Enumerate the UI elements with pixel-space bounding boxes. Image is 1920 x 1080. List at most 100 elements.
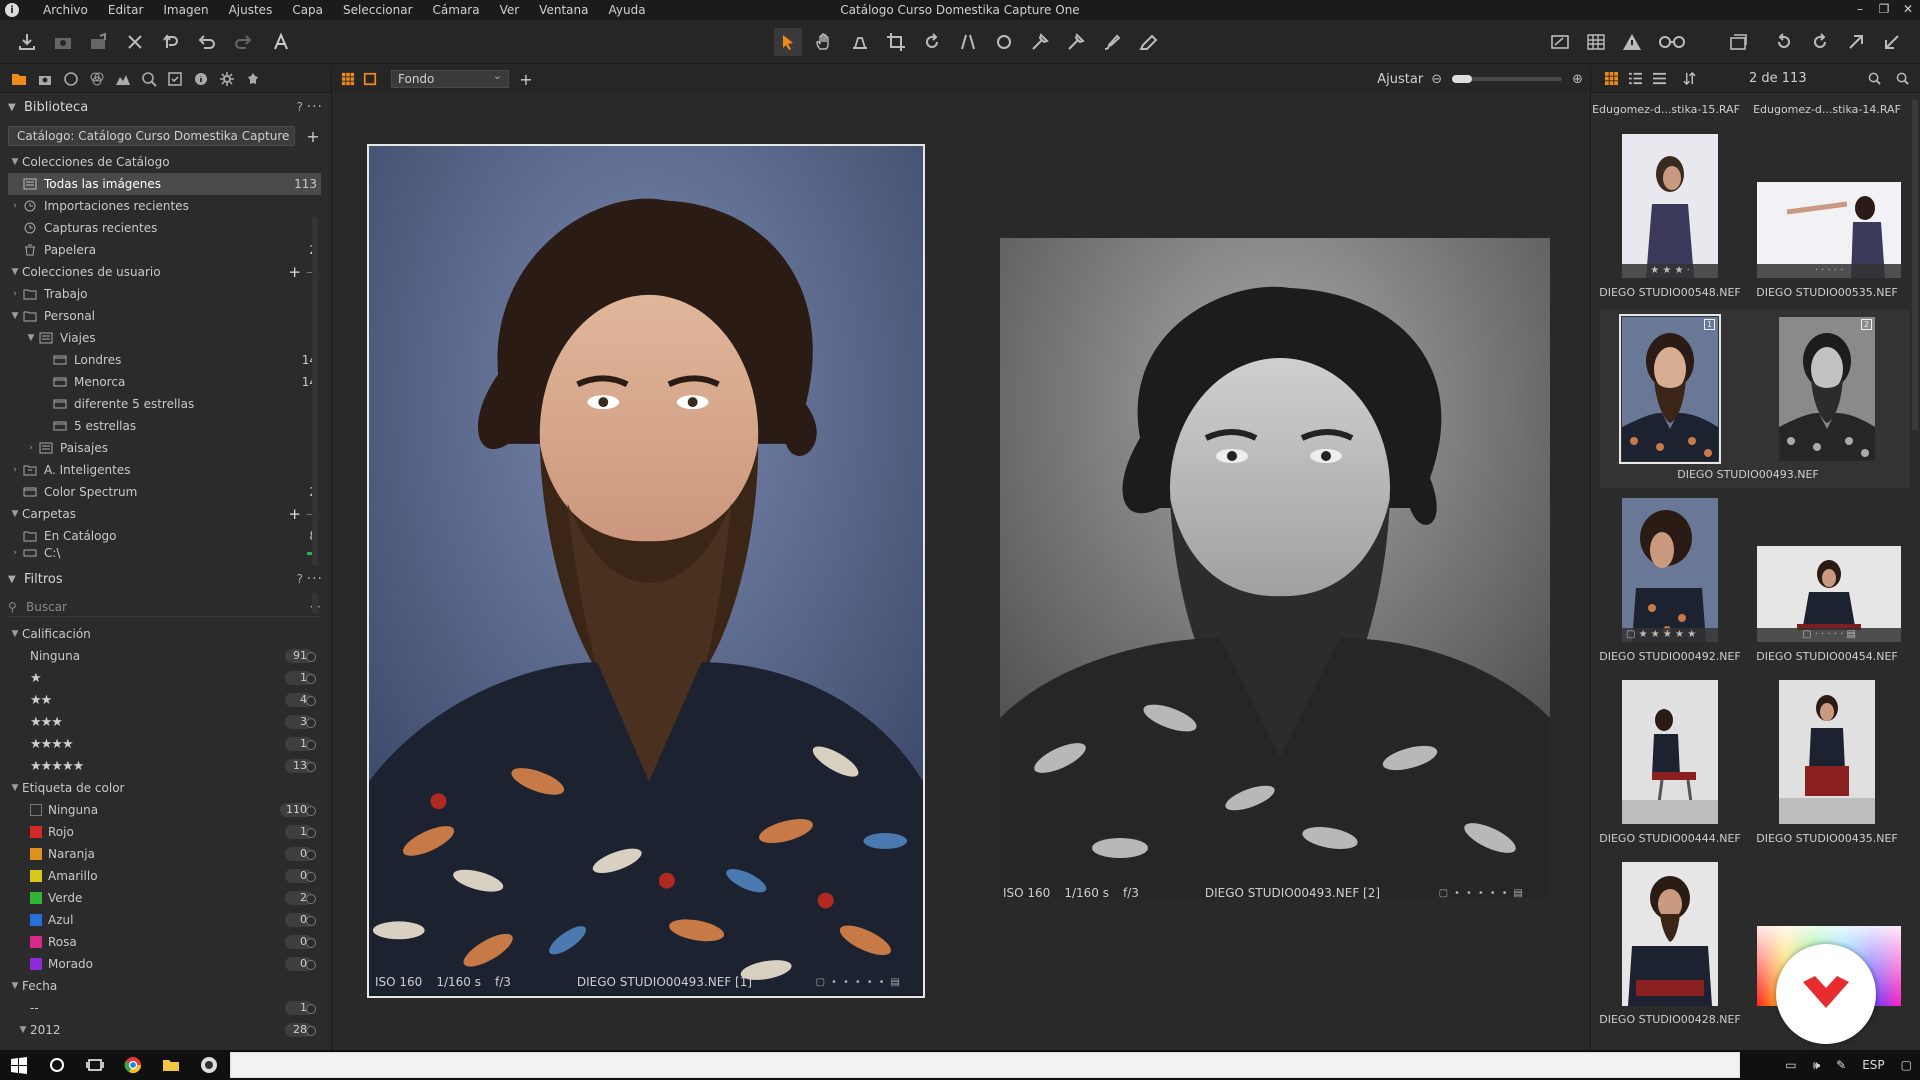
menu-capa[interactable]: Capa <box>282 0 333 20</box>
maximize-icon[interactable]: ❐ <box>1872 0 1896 20</box>
help-icon[interactable]: ? <box>297 572 303 586</box>
rating-filter-row[interactable]: ★★★★ 1 <box>8 733 321 755</box>
loupe-tool-icon[interactable] <box>846 28 874 56</box>
collection-color-spectrum[interactable]: Color Spectrum2 <box>8 481 321 503</box>
collection-smart-albums[interactable]: › A. Inteligentes <box>8 459 321 481</box>
thumbnail-454[interactable]: ▢ · · · · · ▤ <box>1757 546 1901 642</box>
thumb-rating[interactable]: ★ ★ ★ · <box>1622 264 1718 278</box>
thumb-rating[interactable]: ▢ · · · · · ▤ <box>1757 628 1901 642</box>
move-icon[interactable] <box>85 28 113 56</box>
folder-c-drive[interactable]: › C:\ <box>8 547 321 559</box>
search-icon[interactable] <box>38 1050 76 1080</box>
zoom-in-icon[interactable]: ⊕ <box>1572 72 1583 87</box>
pan-tool-icon[interactable] <box>810 28 838 56</box>
menu-ajustes[interactable]: Ajustes <box>219 0 283 20</box>
background-select[interactable]: Fondo <box>391 68 509 88</box>
catalog-collections-header[interactable]: ▼ Colecciones de Catálogo <box>8 151 321 173</box>
menu-editar[interactable]: Editar <box>98 0 154 20</box>
color-tab-icon[interactable] <box>84 67 110 91</box>
menu-seleccionar[interactable]: Seleccionar <box>333 0 422 20</box>
details-tab-icon[interactable] <box>136 67 162 91</box>
collection-recent-captures[interactable]: Capturas recientes <box>8 217 321 239</box>
copy-adjustments-icon[interactable] <box>1724 28 1752 56</box>
camera-icon[interactable] <box>49 28 77 56</box>
menu-imagen[interactable]: Imagen <box>153 0 218 20</box>
keystone-tool-icon[interactable] <box>954 28 982 56</box>
collection-personal[interactable]: ▼ Personal <box>8 305 321 327</box>
thumbnail-535[interactable]: · · · · · <box>1757 182 1901 278</box>
rating-dots[interactable]: ▢•••••▤ <box>1439 888 1529 899</box>
thumbnail-444[interactable]: ▢ <box>1622 680 1718 824</box>
zoom-icon[interactable] <box>1862 67 1886 91</box>
zoom-slider[interactable] <box>1452 75 1563 83</box>
batch-tab-icon[interactable] <box>240 67 266 91</box>
date-filter-row[interactable]: ▼ 2012 28 <box>8 1019 321 1041</box>
import-icon[interactable] <box>13 28 41 56</box>
proof-icon[interactable] <box>1546 28 1574 56</box>
notifications-icon[interactable]: ▢ <box>1901 1058 1912 1072</box>
rating-header[interactable]: ▼ Calificación <box>8 623 321 645</box>
color-filter-row[interactable]: Ninguna 110 <box>8 799 321 821</box>
exposure-warning-icon[interactable] <box>1618 28 1646 56</box>
capture-one-taskbar-icon[interactable] <box>190 1050 228 1080</box>
language-indicator[interactable]: ESP <box>1862 1058 1884 1072</box>
collection-trash[interactable]: Papelera2 <box>8 239 321 261</box>
filmstrip-view-icon[interactable] <box>1647 67 1671 91</box>
delete-icon[interactable] <box>121 28 149 56</box>
date-header[interactable]: ▼ Fecha <box>8 975 321 997</box>
metadata-tab-icon[interactable] <box>188 67 214 91</box>
grid-view-icon[interactable] <box>1599 67 1623 91</box>
color-filter-row[interactable]: Rojo 1 <box>8 821 321 843</box>
collection-all-images[interactable]: Todas las imágenes 113 <box>8 173 321 195</box>
color-label-header[interactable]: ▼ Etiqueta de color <box>8 777 321 799</box>
text-tool-icon[interactable] <box>267 28 295 56</box>
menu-ver[interactable]: Ver <box>490 0 530 20</box>
color-filter-row[interactable]: Morado 0 <box>8 953 321 975</box>
close-icon[interactable]: ✕ <box>1896 0 1920 20</box>
folder-en-catalogo[interactable]: En Catálogo8 <box>8 525 321 547</box>
export-icon[interactable] <box>1842 28 1870 56</box>
menu-camara[interactable]: Cámara <box>423 0 490 20</box>
list-view-icon[interactable] <box>1623 67 1647 91</box>
windows-start-icon[interactable] <box>0 1050 38 1080</box>
rotate-tool-icon[interactable] <box>918 28 946 56</box>
library-header[interactable]: ▼ Biblioteca ? ··· <box>0 93 331 121</box>
rating-filter-row[interactable]: ★ 1 <box>8 667 321 689</box>
rating-dots[interactable]: ▢•••••▤ <box>816 977 906 988</box>
menu-ventana[interactable]: Ventana <box>529 0 598 20</box>
user-collections-header[interactable]: ▼Colecciones de usuario+— <box>8 261 321 283</box>
reset-icon[interactable] <box>157 28 185 56</box>
multi-view-icon[interactable] <box>337 68 359 90</box>
thumbnail-492[interactable]: ▢ ★ ★ ★ ★ ★ <box>1622 498 1718 642</box>
variant-photo-bw[interactable] <box>1000 238 1550 898</box>
add-collection-icon[interactable]: + <box>305 127 321 146</box>
volume-icon[interactable]: 🕪 <box>1813 1058 1821 1073</box>
thumb-rating[interactable]: ▢ <box>1622 810 1718 824</box>
adjustments-tab-icon[interactable] <box>162 67 188 91</box>
filters-header[interactable]: ▼ Filtros ? ··· <box>0 565 331 593</box>
menu-ayuda[interactable]: Ayuda <box>598 0 655 20</box>
sort-icon[interactable] <box>1677 67 1701 91</box>
fit-label[interactable]: Ajustar <box>1377 72 1423 87</box>
thumb-rating[interactable]: ▢ <box>1779 810 1875 824</box>
chrome-icon[interactable] <box>114 1050 152 1080</box>
date-filter-row[interactable]: -- 1 <box>8 997 321 1019</box>
single-view-icon[interactable] <box>359 68 381 90</box>
help-icon[interactable]: ? <box>297 100 303 114</box>
color-filter-row[interactable]: Azul 0 <box>8 909 321 931</box>
rating-filter-row[interactable]: ★★★ 3 <box>8 711 321 733</box>
grid-icon[interactable] <box>1582 28 1610 56</box>
output-tab-icon[interactable] <box>214 67 240 91</box>
app-logo-icon[interactable]: i <box>5 3 19 17</box>
main-photo-color[interactable] <box>367 144 925 998</box>
picker-icon[interactable] <box>1026 28 1054 56</box>
browser-scrollbar[interactable] <box>1912 100 1918 430</box>
undo-icon[interactable] <box>193 28 221 56</box>
rotate-left-icon[interactable] <box>1770 28 1798 56</box>
crop-tool-icon[interactable] <box>882 28 910 56</box>
rating-filter-row[interactable]: ★★★★★ 13 <box>8 755 321 777</box>
thumbnail-428[interactable] <box>1622 862 1718 1006</box>
pen-icon[interactable]: ✎ <box>1836 1058 1846 1072</box>
glasses-icon[interactable] <box>1654 28 1690 56</box>
rating-filter-row[interactable]: ★★ 4 <box>8 689 321 711</box>
